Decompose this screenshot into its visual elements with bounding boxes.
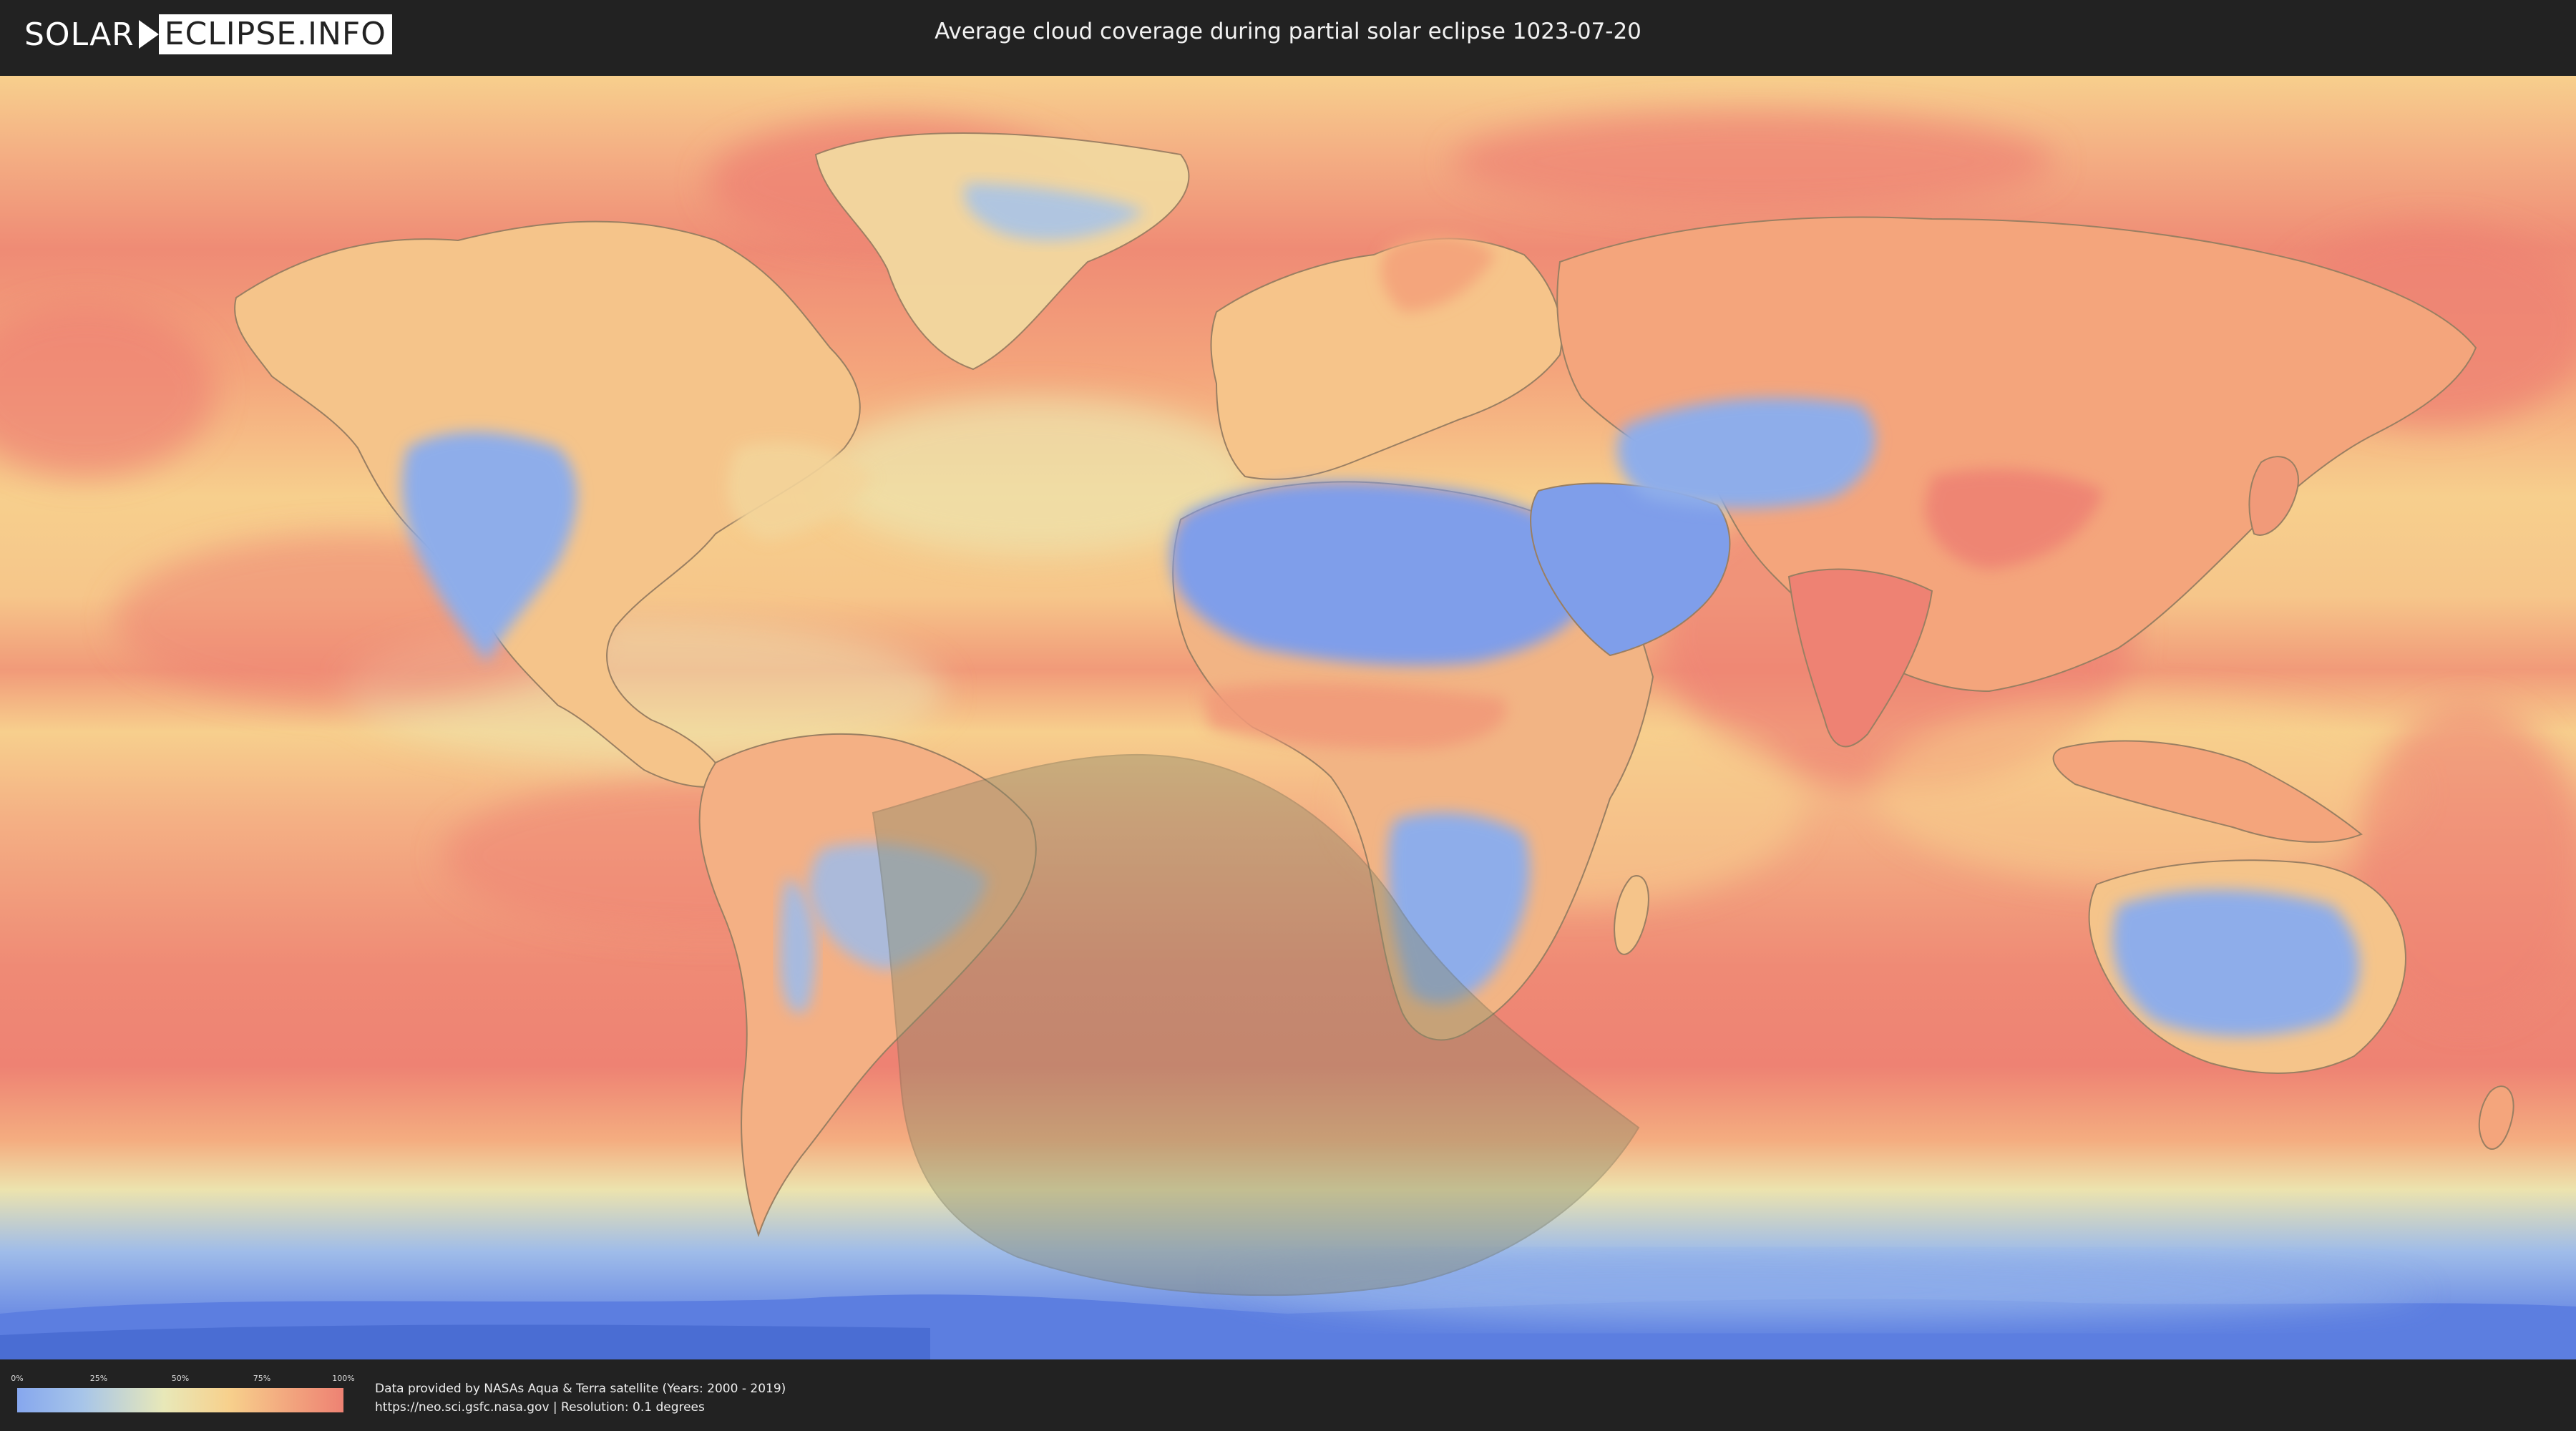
app-frame: SOLAR ECLIPSE.INFO Average cloud coverag… bbox=[0, 0, 2576, 1431]
data-credit: Data provided by NASAs Aqua & Terra sate… bbox=[375, 1379, 786, 1417]
cloud-coverage-map[interactable] bbox=[0, 76, 2576, 1359]
credit-line-url[interactable]: https://neo.sci.gsfc.nasa.gov | Resoluti… bbox=[375, 1398, 786, 1417]
page-title: Average cloud coverage during partial so… bbox=[935, 19, 1641, 44]
legend-tick-75: 75% bbox=[253, 1374, 271, 1383]
header-bar: SOLAR ECLIPSE.INFO Average cloud coverag… bbox=[0, 0, 2576, 72]
footer-bar: 0% 25% 50% 75% 100% Data provided by NAS… bbox=[0, 1359, 2576, 1431]
australia-clear-area bbox=[2112, 889, 2360, 1037]
legend-color-bar bbox=[17, 1388, 343, 1412]
legend-tick-25: 25% bbox=[89, 1374, 108, 1383]
world-map-svg bbox=[0, 76, 2576, 1359]
legend-tick-50: 50% bbox=[171, 1374, 190, 1383]
cloud-coverage-legend: 0% 25% 50% 75% 100% bbox=[11, 1374, 355, 1414]
credit-line-source: Data provided by NASAs Aqua & Terra sate… bbox=[375, 1382, 786, 1396]
legend-tick-0: 0% bbox=[11, 1374, 24, 1383]
legend-tick-100: 100% bbox=[332, 1374, 355, 1383]
